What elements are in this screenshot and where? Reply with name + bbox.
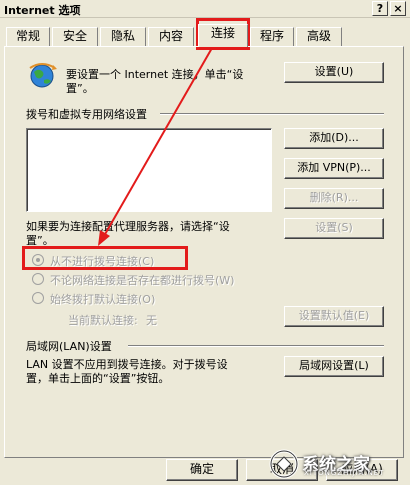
set-default-button[interactable]: 设置默认值(E) [284, 306, 384, 327]
dialup-group-line [160, 113, 384, 115]
radio-dial-when-no-network-label: 不论网络连接是否存在都进行拨号(W) [50, 274, 235, 287]
current-default-value: 无 [146, 314, 157, 327]
globe-icon [29, 63, 57, 88]
tab-content[interactable]: 内容 [148, 27, 194, 46]
tab-strip: 常规 安全 隐私 内容 连接 程序 高级 [0, 20, 410, 47]
add-button[interactable]: 添加(D)... [284, 128, 384, 149]
lan-settings-button[interactable]: 局域网设置(L) [284, 356, 384, 377]
tab-general[interactable]: 常规 [6, 27, 50, 46]
watermark-subtext: XITONGZHIJIA.NET [304, 469, 385, 477]
radio-always-dial[interactable] [32, 292, 44, 304]
tab-connections[interactable]: 连接 [198, 24, 248, 47]
tab-advanced[interactable]: 高级 [296, 27, 342, 46]
lan-text-line2: 置，单击上面的“设置”按钮。 [26, 372, 170, 385]
lan-group-label: 局域网(LAN)设置 [26, 340, 112, 353]
tab-privacy[interactable]: 隐私 [100, 27, 146, 46]
close-button[interactable]: × [390, 1, 406, 16]
window-title: Internet 选项 [4, 4, 81, 17]
lan-group-line [128, 345, 384, 347]
annotation-box-radio [22, 246, 188, 270]
radio-dial-when-no-network[interactable] [32, 273, 44, 285]
ok-button[interactable]: 确定 [166, 459, 238, 481]
tab-programs[interactable]: 程序 [250, 27, 294, 46]
radio-always-dial-label: 始终拨打默认连接(O) [50, 293, 156, 306]
setup-text-line2: 置”。 [66, 82, 94, 95]
remove-button[interactable]: 删除(R)... [284, 188, 384, 209]
watermark-logo-icon [269, 449, 299, 479]
proxy-text-line1: 如果要为连接配置代理服务器，请选择“设 [26, 220, 230, 233]
dialup-settings-button[interactable]: 设置(S) [284, 218, 384, 239]
watermark: 系统之家 XITONGZHIJIA.NET [264, 447, 404, 481]
tab-security[interactable]: 安全 [52, 27, 98, 46]
dialup-group-label: 拨号和虚拟专用网络设置 [26, 108, 147, 121]
help-button[interactable]: ? [372, 1, 388, 16]
setup-button[interactable]: 设置(U) [284, 62, 384, 83]
connections-list[interactable] [26, 128, 272, 212]
add-vpn-button[interactable]: 添加 VPN(P)... [284, 158, 384, 179]
current-default-label: 当前默认连接: [68, 314, 138, 327]
title-bar: Internet 选项 ? × [0, 0, 410, 18]
